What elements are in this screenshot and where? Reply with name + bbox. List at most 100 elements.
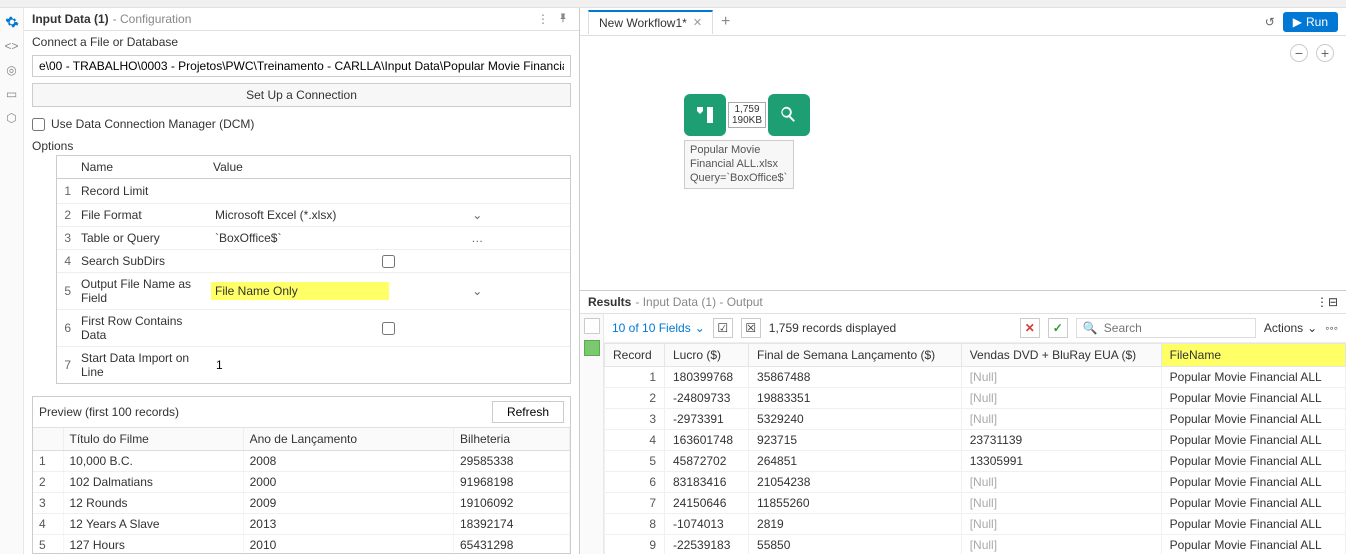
refresh-button[interactable]: Refresh <box>492 401 564 423</box>
option-name: Start Data Import on Line <box>75 347 207 383</box>
results-view-data-icon[interactable] <box>584 340 600 356</box>
workflow-canvas[interactable]: − + 1,759 190KB Popular Movie Financ <box>580 36 1346 290</box>
setup-connection-button[interactable]: Set Up a Connection <box>32 83 571 107</box>
connector-badge: 1,759 190KB <box>728 102 766 128</box>
connect-label: Connect a File or Database <box>24 31 579 53</box>
book-icon[interactable]: ▭ <box>4 86 20 102</box>
tool-annotation: Popular Movie Financial ALL.xlsx Query=`… <box>684 140 794 189</box>
reject-button[interactable]: ✕ <box>1020 318 1040 338</box>
results-row[interactable]: 72415064611855260[Null]Popular Movie Fin… <box>605 493 1346 514</box>
options-col-name: Name <box>75 156 207 178</box>
option-row: 6First Row Contains Data <box>57 310 570 347</box>
option-name: First Row Contains Data <box>75 310 207 346</box>
option-value[interactable]: Microsoft Excel (*.xlsx)⌄ <box>207 204 570 226</box>
preview-row[interactable]: 2102 Dalmatians200091968198 <box>33 472 570 493</box>
preview-table: Título do FilmeAno de LançamentoBilheter… <box>33 428 570 553</box>
search-input[interactable] <box>1104 321 1249 335</box>
results-row[interactable]: 68318341621054238[Null]Popular Movie Fin… <box>605 472 1346 493</box>
target-icon[interactable]: ◎ <box>4 62 20 78</box>
results-row[interactable]: 2-2480973319883351[Null]Popular Movie Fi… <box>605 388 1346 409</box>
zoom-out-button[interactable]: − <box>1290 44 1308 62</box>
option-value[interactable]: File Name Only⌄ <box>207 280 570 302</box>
results-col-header[interactable]: Final de Semana Lançamento ($) <box>749 344 962 367</box>
preview-col-header[interactable]: Ano de Lançamento <box>243 428 453 451</box>
dcm-label: Use Data Connection Manager (DCM) <box>51 117 254 131</box>
records-label: 1,759 records displayed <box>769 321 896 335</box>
option-value[interactable] <box>207 253 570 270</box>
results-row[interactable]: 54587270226485113305991Popular Movie Fin… <box>605 451 1346 472</box>
preview-row[interactable]: 5127 Hours201065431298 <box>33 535 570 554</box>
add-tab-button[interactable]: + <box>713 11 738 33</box>
workflow-tab[interactable]: New Workflow1* ✕ <box>588 10 713 34</box>
browse-icon[interactable]: … <box>389 229 567 247</box>
results-collapse-icon[interactable]: ⊟ <box>1328 295 1338 309</box>
results-row[interactable]: 118039976835867488[Null]Popular Movie Fi… <box>605 367 1346 388</box>
option-row: 1Record Limit <box>57 179 570 204</box>
run-button[interactable]: ▶ Run <box>1283 12 1338 32</box>
option-name: Table or Query <box>75 227 207 249</box>
zoom-in-button[interactable]: + <box>1316 44 1334 62</box>
option-checkbox[interactable] <box>382 255 395 268</box>
file-path-input[interactable] <box>32 55 571 77</box>
preview-col-header[interactable] <box>33 428 63 451</box>
browse-tool-icon[interactable] <box>768 94 810 136</box>
run-label: Run <box>1306 15 1328 29</box>
accept-button[interactable]: ✓ <box>1048 318 1068 338</box>
results-col-header[interactable]: Lucro ($) <box>665 344 749 367</box>
close-tab-icon[interactable]: ✕ <box>693 16 702 29</box>
option-name: Output File Name as Field <box>75 273 207 309</box>
preview-row[interactable]: 412 Years A Slave201318392174 <box>33 514 570 535</box>
option-text-input[interactable] <box>211 181 566 201</box>
results-col-header[interactable]: Record <box>605 344 665 367</box>
history-icon[interactable]: ↺ <box>1265 15 1275 29</box>
overflow-icon[interactable]: ◦◦◦ <box>1325 321 1338 335</box>
input-data-tool-icon[interactable] <box>684 94 726 136</box>
tab-label: New Workflow1* <box>599 16 687 30</box>
results-row[interactable]: 416360174892371523731139Popular Movie Fi… <box>605 430 1346 451</box>
option-name: Record Limit <box>75 180 207 202</box>
option-row: 5Output File Name as FieldFile Name Only… <box>57 273 570 310</box>
results-table: RecordLucro ($)Final de Semana Lançament… <box>604 343 1346 554</box>
hex-icon[interactable]: ⬡ <box>4 110 20 126</box>
option-value[interactable]: `BoxOffice$`… <box>207 227 570 249</box>
chevron-down-icon: ⌄ <box>1307 321 1317 335</box>
chevron-down-icon[interactable]: ⌄ <box>389 206 567 224</box>
option-value[interactable] <box>207 179 570 203</box>
search-box[interactable]: 🔍 <box>1076 318 1256 338</box>
results-view-table-icon[interactable] <box>584 318 600 334</box>
pin-icon[interactable] <box>557 12 571 26</box>
results-col-header[interactable]: FileName <box>1161 344 1345 367</box>
option-name: File Format <box>75 204 207 226</box>
search-icon: 🔍 <box>1083 321 1098 335</box>
play-icon: ▶ <box>1293 15 1302 29</box>
config-subtitle: - Configuration <box>113 12 192 26</box>
dcm-checkbox[interactable] <box>32 118 45 131</box>
option-row: 4Search SubDirs <box>57 250 570 273</box>
results-row[interactable]: 3-29733915329240[Null]Popular Movie Fina… <box>605 409 1346 430</box>
preview-col-header[interactable]: Bilheteria <box>453 428 569 451</box>
actions-dropdown[interactable]: Actions ⌄ <box>1264 321 1317 335</box>
more-icon[interactable]: ⋮ <box>537 12 551 26</box>
option-row: 2File FormatMicrosoft Excel (*.xlsx)⌄ <box>57 204 570 227</box>
option-row: 7Start Data Import on Line <box>57 347 570 383</box>
option-checkbox[interactable] <box>382 322 395 335</box>
options-label: Options <box>24 135 579 155</box>
results-row[interactable]: 9-2253918355850[Null]Popular Movie Finan… <box>605 535 1346 554</box>
preview-label: Preview (first 100 records) <box>39 405 179 419</box>
fields-dropdown[interactable]: 10 of 10 Fields ⌄ <box>612 321 705 335</box>
preview-col-header[interactable]: Título do Filme <box>63 428 243 451</box>
preview-row[interactable]: 312 Rounds200919106092 <box>33 493 570 514</box>
filter-box-icon[interactable]: ☒ <box>741 318 761 338</box>
option-text-input[interactable] <box>211 355 566 375</box>
option-value[interactable] <box>207 353 570 377</box>
results-col-header[interactable]: Vendas DVD + BluRay EUA ($) <box>961 344 1161 367</box>
filter-check-icon[interactable]: ☑ <box>713 318 733 338</box>
code-icon[interactable]: <> <box>4 38 20 54</box>
results-row[interactable]: 8-10740132819[Null]Popular Movie Financi… <box>605 514 1346 535</box>
results-more-icon[interactable]: ⋮ <box>1316 295 1328 309</box>
gear-icon[interactable] <box>4 14 20 30</box>
preview-row[interactable]: 110,000 B.C.200829585338 <box>33 451 570 472</box>
chevron-down-icon[interactable]: ⌄ <box>389 282 567 300</box>
option-value[interactable] <box>207 320 570 337</box>
results-subtitle: - Input Data (1) - Output <box>635 295 762 309</box>
